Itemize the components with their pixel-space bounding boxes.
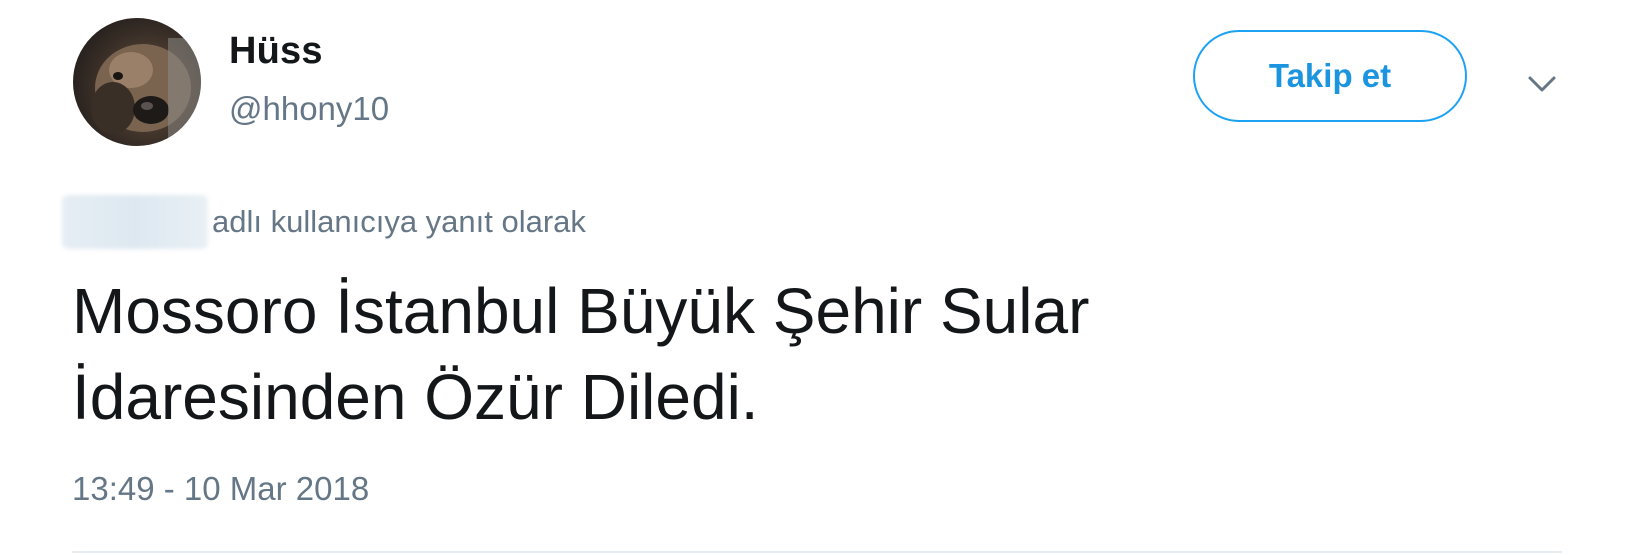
chevron-down-icon[interactable] bbox=[1522, 64, 1562, 104]
reply-context: adlı kullanıcıya yanıt olarak bbox=[62, 195, 586, 249]
avatar-photo-icon bbox=[91, 38, 201, 146]
avatar[interactable] bbox=[73, 18, 201, 146]
user-handle[interactable]: @hhony10 bbox=[229, 90, 389, 128]
follow-button[interactable]: Takip et bbox=[1193, 30, 1467, 122]
tweet-card: Hüss @hhony10 Takip et adlı kullanıcıya … bbox=[0, 0, 1638, 555]
reply-context-text: adlı kullanıcıya yanıt olarak bbox=[212, 204, 586, 239]
divider bbox=[72, 551, 1562, 553]
tweet-text: Mossoro İstanbul Büyük Şehir Sular İdare… bbox=[72, 275, 1090, 433]
display-name[interactable]: Hüss bbox=[229, 30, 323, 73]
tweet-timestamp[interactable]: 13:49 - 10 Mar 2018 bbox=[72, 470, 369, 508]
blurred-username bbox=[62, 195, 208, 249]
